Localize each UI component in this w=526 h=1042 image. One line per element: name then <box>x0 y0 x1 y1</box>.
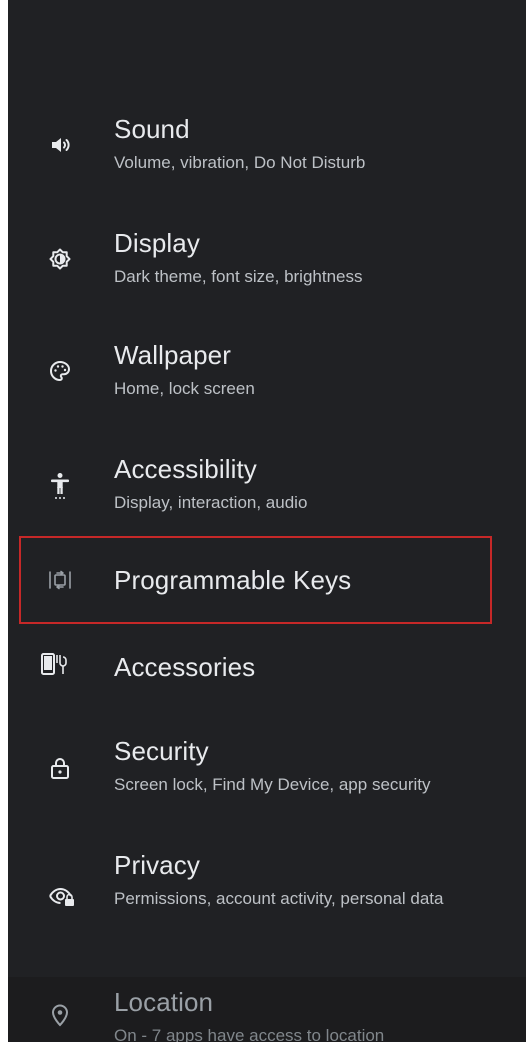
programmable-keys-icon <box>48 568 72 592</box>
lock-icon <box>48 756 72 780</box>
settings-item-title: Programmable Keys <box>114 565 352 595</box>
settings-item-subtitle: Volume, vibration, Do Not Disturb <box>114 153 366 172</box>
settings-screen: Sound Volume, vibration, Do Not Disturb … <box>8 0 526 1042</box>
settings-item-title: Privacy <box>114 850 200 880</box>
settings-item-subtitle: Dark theme, font size, brightness <box>114 267 363 286</box>
settings-item-wallpaper[interactable]: Wallpaper Home, lock screen <box>8 336 526 416</box>
settings-item-title: Accessibility <box>114 454 257 484</box>
accessibility-icon <box>48 472 72 500</box>
volume-icon <box>48 133 72 157</box>
privacy-eye-icon <box>48 884 76 908</box>
settings-item-subtitle: Display, interaction, audio <box>114 493 308 512</box>
settings-item-title: Accessories <box>114 652 256 682</box>
settings-item-subtitle: Home, lock screen <box>114 379 255 398</box>
settings-item-location[interactable]: Location On - 7 apps have access to loca… <box>8 985 526 1042</box>
settings-item-display[interactable]: Display Dark theme, font size, brightnes… <box>8 224 526 304</box>
settings-item-title: Security <box>114 736 209 766</box>
settings-item-title: Location <box>114 987 214 1017</box>
settings-item-subtitle: On - 7 apps have access to location <box>114 1026 385 1042</box>
accessories-icon <box>40 652 76 676</box>
settings-item-accessibility[interactable]: Accessibility Display, interaction, audi… <box>8 450 526 530</box>
location-pin-icon <box>48 1003 72 1027</box>
settings-item-title: Wallpaper <box>114 340 231 370</box>
brightness-icon <box>48 247 72 271</box>
settings-item-security[interactable]: Security Screen lock, Find My Device, ap… <box>8 732 526 812</box>
palette-icon <box>48 359 72 383</box>
settings-item-title: Display <box>114 228 200 258</box>
settings-item-title: Sound <box>114 114 190 144</box>
settings-item-privacy[interactable]: Privacy Permissions, account activity, p… <box>8 846 526 946</box>
settings-item-accessories[interactable]: Accessories <box>8 640 526 700</box>
settings-item-programmable-keys[interactable]: Programmable Keys <box>8 540 526 620</box>
settings-item-subtitle: Permissions, account activity, personal … <box>114 889 444 908</box>
settings-item-subtitle: Screen lock, Find My Device, app securit… <box>114 775 431 794</box>
settings-item-sound[interactable]: Sound Volume, vibration, Do Not Disturb <box>8 110 526 190</box>
